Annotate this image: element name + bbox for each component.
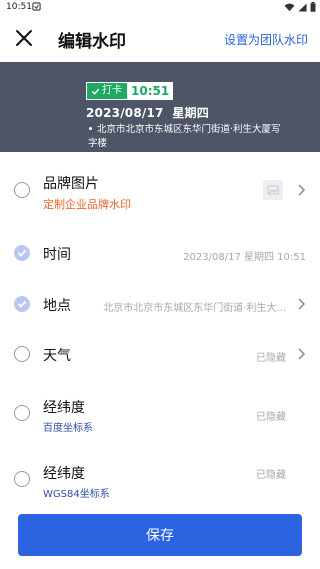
option-label: 经纬度 <box>43 466 85 482</box>
wifi-icon <box>284 3 295 15</box>
page-title: 编辑水印 <box>58 32 126 52</box>
status-time: 10:51 <box>6 2 32 12</box>
app-notification-icon <box>32 2 41 11</box>
radio-unchecked[interactable] <box>14 182 30 198</box>
option-sublabel: 定制企业品牌水印 <box>43 198 131 211</box>
option-sublabel: WGS84坐标系 <box>43 489 110 500</box>
preview-date: 2023/08/17 星期四 <box>86 106 209 120</box>
option-row-weather[interactable]: 天气 已隐藏 <box>0 327 320 383</box>
option-row-time[interactable]: 时间 2023/08/17 星期四 10:51 <box>0 226 320 282</box>
preview-location-text: 北京市北京市东城区东华门街道·利生大厦写字楼 <box>88 124 281 149</box>
option-label: 时间 <box>43 247 71 263</box>
option-value: 已隐藏 <box>256 353 286 364</box>
option-value: 北京市北京市东城区东华门街道·利生大... <box>103 303 286 314</box>
option-row-coordinates-wgs84[interactable]: 经纬度 WGS84坐标系 已隐藏 <box>0 451 320 507</box>
check-icon <box>17 249 27 257</box>
option-value: 已隐藏 <box>256 412 286 423</box>
radio-checked[interactable] <box>14 245 30 261</box>
radio-unchecked[interactable] <box>14 346 30 362</box>
chevron-right-icon <box>298 348 306 360</box>
chevron-right-icon <box>298 184 306 196</box>
option-value: 2023/08/17 星期四 10:51 <box>183 252 306 263</box>
image-placeholder-icon <box>263 180 283 200</box>
chevron-right-icon <box>298 298 306 310</box>
check-icon <box>17 300 27 308</box>
option-label: 经纬度 <box>43 400 85 416</box>
option-row-location[interactable]: 地点 北京市北京市东城区东华门街道·利生大... <box>0 277 320 333</box>
set-team-watermark-link[interactable]: 设置为团队水印 <box>224 31 308 48</box>
option-label: 地点 <box>43 298 71 314</box>
punch-tag: 打卡 <box>86 82 127 100</box>
radio-checked[interactable] <box>14 296 30 312</box>
option-row-brand-image[interactable]: 品牌图片 定制企业品牌水印 <box>0 162 320 218</box>
watermark-preview: 打卡 10:51 2023/08/17 星期四 北京市北京市东城区东华门街道·利… <box>0 62 320 152</box>
close-icon <box>16 30 32 46</box>
header: 编辑水印 设置为团队水印 <box>0 14 320 62</box>
punch-time: 10:51 <box>127 82 174 100</box>
option-sublabel: 百度坐标系 <box>43 423 93 434</box>
bullet-dot <box>89 127 92 130</box>
option-row-coordinates-baidu[interactable]: 经纬度 百度坐标系 已隐藏 <box>0 385 320 441</box>
close-button[interactable] <box>10 24 38 52</box>
radio-unchecked[interactable] <box>14 405 30 421</box>
option-value: 已隐藏 <box>256 470 286 481</box>
status-bar: 10:51 <box>0 0 320 14</box>
option-label: 天气 <box>43 348 71 364</box>
punch-badge: 打卡 10:51 <box>86 82 174 100</box>
option-label: 品牌图片 <box>43 176 99 192</box>
radio-unchecked[interactable] <box>14 471 30 487</box>
preview-location: 北京市北京市东城区东华门街道·利生大厦写字楼 <box>88 123 288 151</box>
check-icon <box>91 88 100 95</box>
punch-label: 打卡 <box>102 85 122 96</box>
signal-icon <box>298 2 307 15</box>
save-button[interactable]: 保存 <box>18 514 302 556</box>
